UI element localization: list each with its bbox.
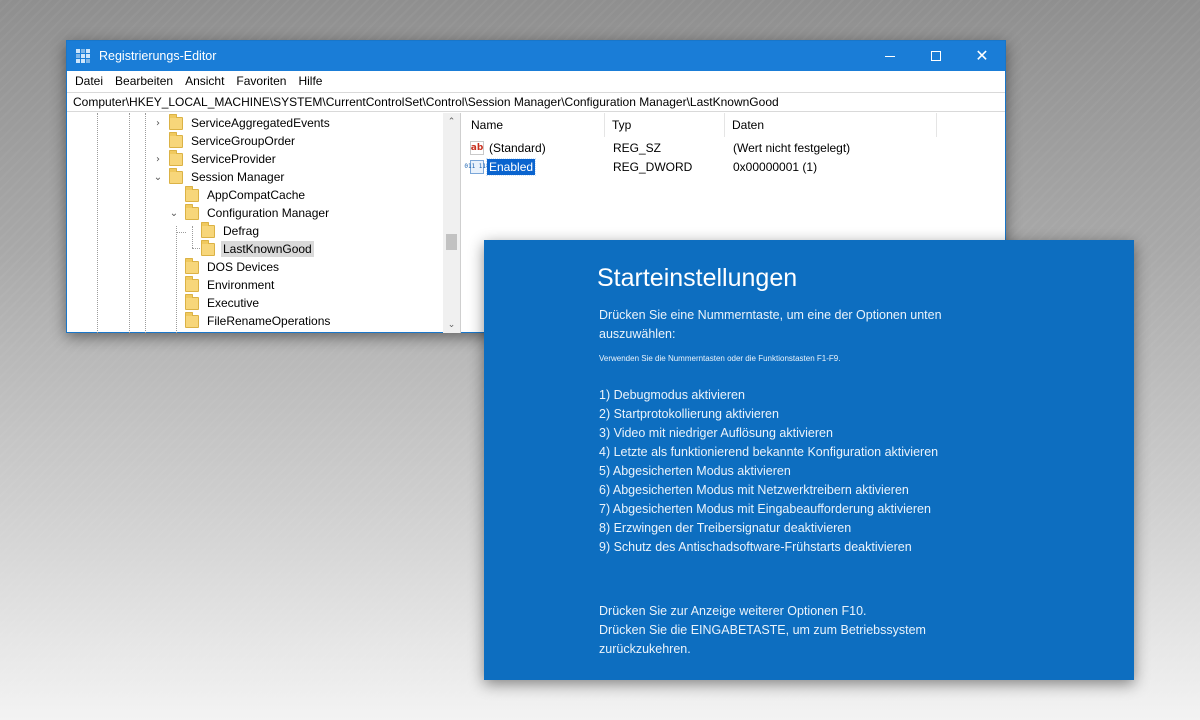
value-row-enabled[interactable]: 011 110 Enabled REG_DWORD 0x00000001 (1) [464,157,1005,176]
column-header-daten[interactable]: Daten [725,113,937,137]
start-options-list: 1) Debugmodus aktivieren 2) Startprotoko… [599,386,938,557]
tree-item-serviceprovider[interactable]: › ServiceProvider [153,149,278,168]
tree-item-label: Environment [207,278,275,292]
folder-icon [201,221,215,238]
folder-icon [185,203,199,220]
start-option-boot-logging[interactable]: 2) Startprotokollierung aktivieren [599,405,938,424]
start-option-safe-mode-network[interactable]: 6) Abgesicherten Modus mit Netzwerktreib… [599,481,938,500]
close-icon: ✕ [975,46,989,65]
minimize-button[interactable] [867,41,913,71]
tree-scrollbar[interactable]: ⌃ ⌄ [443,113,460,333]
folder-icon [185,293,199,310]
tree-item-label: ServiceGroupOrder [191,134,296,148]
tree-item-label: LastKnownGood [221,241,314,257]
registry-editor-icon [76,49,90,63]
tree-item-serviceaggregatedevents[interactable]: › ServiceAggregatedEvents [153,113,332,132]
start-settings-screen: Starteinstellungen Drücken Sie eine Numm… [484,240,1134,680]
address-bar[interactable]: Computer\HKEY_LOCAL_MACHINE\SYSTEM\Curre… [67,92,1005,112]
folder-icon [185,257,199,274]
tree-item-configuration-manager[interactable]: ⌄ Configuration Manager [169,203,331,222]
key-tree: › ServiceAggregatedEvents ServiceGroupOr… [67,113,461,333]
chevron-right-icon[interactable]: › [153,118,163,129]
value-row-standard[interactable]: ab (Standard) REG_SZ (Wert nicht festgel… [464,138,1005,157]
tree-item-executive[interactable]: Executive [169,293,261,312]
menu-ansicht[interactable]: Ansicht [179,74,230,88]
tree-item-label: FileRenameOperations [207,314,331,328]
start-settings-intro: Drücken Sie eine Nummerntaste, um eine d… [599,308,942,341]
menu-bar: Datei Bearbeiten Ansicht Favoriten Hilfe [67,71,1005,91]
value-name: Enabled [485,157,537,176]
chevron-right-icon[interactable]: › [153,154,163,165]
footer-more-options: Drücken Sie zur Anzeige weiterer Optione… [599,604,867,618]
menu-datei[interactable]: Datei [69,74,109,88]
title-bar[interactable]: Registrierungs-Editor ✕ [67,41,1005,71]
folder-icon [185,311,199,328]
window-title: Registrierungs-Editor [99,49,217,63]
start-settings-hint: Verwenden Sie die Nummerntasten oder die… [599,354,841,363]
folder-icon [185,185,199,202]
scroll-up-arrow-icon[interactable]: ⌃ [443,113,460,130]
tree-item-label: Executive [207,296,260,310]
folder-icon [169,113,183,130]
maximize-button[interactable] [913,41,959,71]
folder-icon [185,275,199,292]
tree-item-filerenameoperations[interactable]: FileRenameOperations [169,311,332,330]
value-name-cell: 011 110 Enabled [464,157,537,176]
tree-item-defrag[interactable]: Defrag [185,221,261,240]
start-option-debug[interactable]: 1) Debugmodus aktivieren [599,386,938,405]
value-data: (Wert nicht festgelegt) [733,140,851,155]
column-header-name[interactable]: Name [464,113,605,137]
tree-guide-line [145,113,146,333]
tree-item-dos-devices[interactable]: DOS Devices [169,257,281,276]
start-option-safe-mode[interactable]: 5) Abgesicherten Modus aktivieren [599,462,938,481]
minimize-icon [885,55,895,57]
close-button[interactable]: ✕ [959,41,1005,71]
chevron-down-icon[interactable]: ⌄ [169,208,179,219]
start-option-low-res-video[interactable]: 3) Video mit niedriger Auflösung aktivie… [599,424,938,443]
folder-icon [169,167,183,184]
tree-item-environment[interactable]: Environment [169,275,276,294]
folder-icon [169,149,183,166]
value-type: REG_SZ [613,140,662,155]
column-header-typ[interactable]: Typ [605,113,725,137]
tree-item-label: ServiceAggregatedEvents [191,116,330,130]
folder-icon [201,239,215,256]
footer-return: Drücken Sie die EINGABETASTE, um zum Bet… [599,623,926,656]
maximize-icon [931,51,941,61]
tree-item-label: Session Manager [191,170,285,184]
tree-item-appcompatcache[interactable]: AppCompatCache [169,185,307,204]
menu-hilfe[interactable]: Hilfe [292,74,328,88]
tree-item-label: Defrag [223,224,260,238]
start-option-last-known-good[interactable]: 4) Letzte als funktionierend bekannte Ko… [599,443,938,462]
menu-bearbeiten[interactable]: Bearbeiten [109,74,179,88]
tree-item-servicegrouporder[interactable]: ServiceGroupOrder [153,131,297,150]
tree-guide-line [129,113,130,333]
tree-item-label: DOS Devices [207,260,280,274]
start-option-safe-mode-cmd[interactable]: 7) Abgesicherten Modus mit Eingabeauffor… [599,500,938,519]
start-settings-title: Starteinstellungen [597,264,798,292]
binary-value-icon: 011 110 [464,159,490,174]
list-header: Name Typ Daten [464,113,1005,137]
tree-item-label: AppCompatCache [207,188,306,202]
string-value-icon: ab [470,140,484,155]
tree-guide-line [97,113,98,333]
value-data: 0x00000001 (1) [733,159,818,174]
tree-item-label: ServiceProvider [191,152,276,166]
folder-icon [169,131,183,148]
tree-item-session-manager[interactable]: ⌄ Session Manager [153,167,286,186]
value-name: (Standard) [489,140,546,155]
value-type: REG_DWORD [613,159,693,174]
window-controls: ✕ [867,41,1005,71]
scroll-down-arrow-icon[interactable]: ⌄ [443,316,460,333]
scrollbar-thumb[interactable] [446,234,457,250]
start-settings-footer: Drücken Sie zur Anzeige weiterer Optione… [599,602,939,659]
chevron-down-icon[interactable]: ⌄ [153,172,163,183]
menu-favoriten[interactable]: Favoriten [230,74,292,88]
start-option-early-antimalware[interactable]: 9) Schutz des Antischadsoftware-Frühstar… [599,538,938,557]
tree-item-lastknowngood[interactable]: LastKnownGood [185,239,314,258]
value-name-cell: ab (Standard) [470,138,548,157]
start-option-driver-signature[interactable]: 8) Erzwingen der Treibersignatur deaktiv… [599,519,938,538]
tree-item-label: Configuration Manager [207,206,330,220]
